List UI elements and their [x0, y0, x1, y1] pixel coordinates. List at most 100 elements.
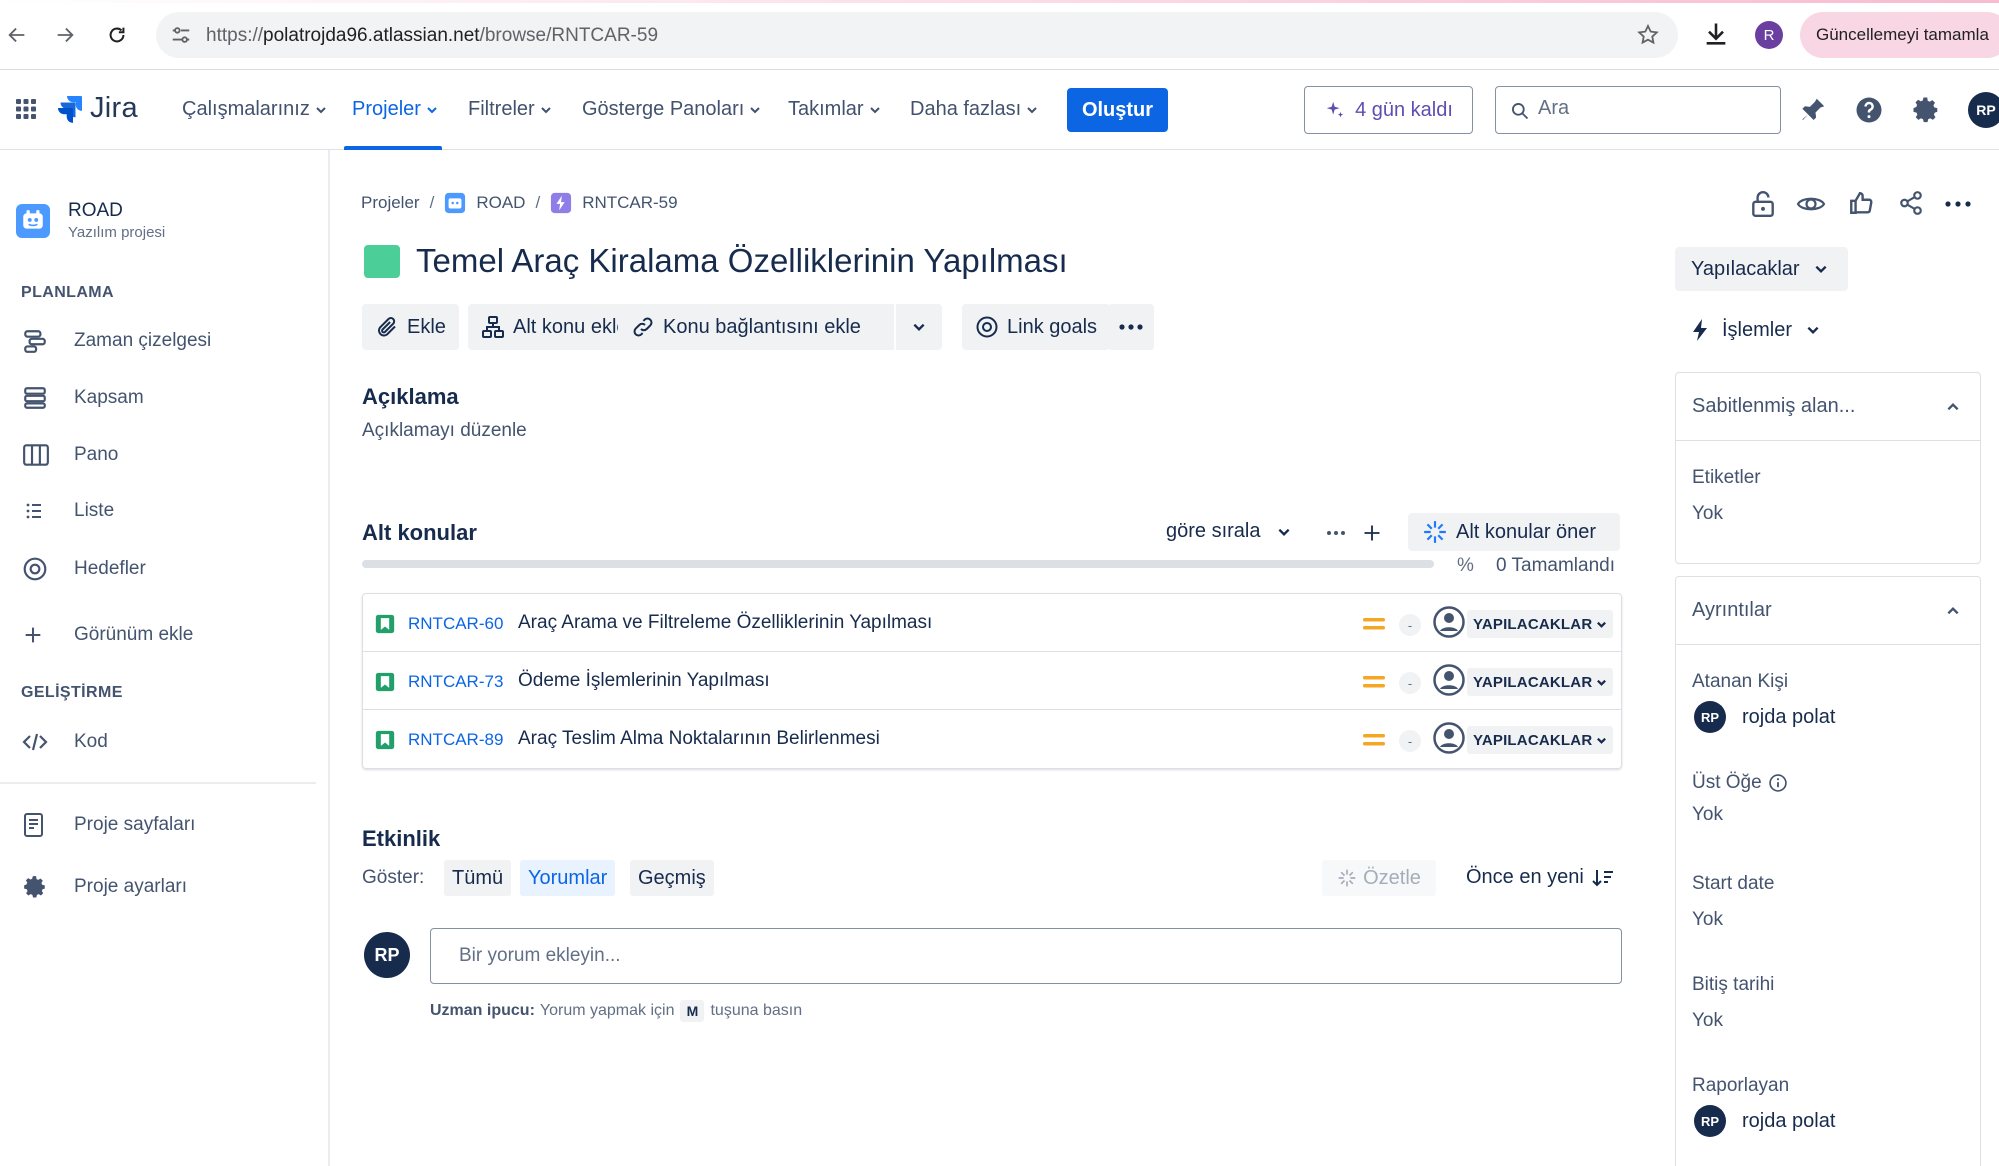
bookmark-star-icon[interactable]	[1636, 23, 1660, 47]
labels-field-value[interactable]: Yok	[1692, 503, 1723, 525]
sidebar-item-timeline[interactable]: Zaman çizelgesi	[22, 328, 211, 354]
unassigned-avatar-icon[interactable]	[1433, 606, 1465, 638]
nav-dashboards[interactable]: Gösterge Panoları	[582, 98, 761, 121]
reporter-field-value[interactable]: RP rojda polat	[1694, 1105, 1835, 1137]
subtask-status-dropdown[interactable]: YAPILACAKLAR	[1467, 668, 1614, 696]
subtask-key[interactable]: RNTCAR-60	[408, 614, 503, 634]
assignee-field-value[interactable]: RP rojda polat	[1694, 701, 1835, 733]
add-subtask-plus-icon[interactable]	[1362, 523, 1382, 543]
breadcrumb-road[interactable]: ROAD	[476, 193, 525, 213]
more-actions-button[interactable]	[1108, 304, 1154, 350]
unassigned-avatar-icon[interactable]	[1433, 722, 1465, 754]
user-avatar[interactable]: RP	[1968, 92, 1999, 128]
project-header[interactable]: ROAD Yazılım projesi	[16, 200, 165, 241]
download-icon[interactable]	[1702, 20, 1730, 48]
nav-your-work[interactable]: Çalışmalarınız	[182, 98, 327, 121]
subtasks-more-icon[interactable]	[1326, 530, 1346, 536]
activity-filter-all[interactable]: Tümü	[444, 860, 512, 896]
thumbs-up-icon[interactable]	[1848, 190, 1874, 216]
trial-button[interactable]: 4 gün kaldı	[1304, 86, 1473, 134]
table-row[interactable]: RNTCAR-60 Araç Arama ve Filtreleme Özell…	[363, 594, 1621, 652]
start-date-field-label: Start date	[1692, 873, 1775, 894]
nav-projects[interactable]: Projeler	[352, 98, 438, 121]
back-icon[interactable]	[0, 18, 34, 52]
sidebar-item-board[interactable]: Pano	[22, 442, 118, 468]
create-button[interactable]: Oluştur	[1067, 88, 1168, 132]
summarize-button[interactable]: Özetle	[1322, 860, 1436, 896]
table-row[interactable]: RNTCAR-73 Ödeme İşlemlerinin Yapılması -…	[363, 652, 1621, 710]
forward-icon[interactable]	[48, 18, 82, 52]
unassigned-avatar-icon[interactable]	[1433, 664, 1465, 696]
subtask-key[interactable]: RNTCAR-89	[408, 730, 503, 750]
details-header[interactable]: Ayrıntılar	[1676, 577, 1980, 645]
description-editor[interactable]: Açıklamayı düzenle	[362, 412, 1642, 452]
watch-eye-icon[interactable]	[1796, 192, 1826, 216]
subtask-status-dropdown[interactable]: YAPILACAKLAR	[1467, 610, 1614, 638]
subtask-summary[interactable]: Araç Arama ve Filtreleme Özelliklerinin …	[518, 612, 932, 634]
nav-filters[interactable]: Filtreler	[468, 98, 552, 121]
parent-field-value[interactable]: Yok	[1692, 804, 1723, 826]
jira-logo[interactable]: Jira	[56, 92, 138, 125]
sidebar-item-list[interactable]: Liste	[22, 499, 114, 523]
chevron-down-icon	[913, 323, 925, 331]
app-switcher-icon[interactable]	[14, 97, 38, 121]
plus-icon	[22, 624, 56, 646]
sidebar-item-code[interactable]: Kod	[22, 730, 108, 754]
issue-title[interactable]: Temel Araç Kiralama Özelliklerinin Yapıl…	[416, 242, 1068, 280]
reload-icon[interactable]	[100, 18, 134, 52]
due-date-field-value[interactable]: Yok	[1692, 1010, 1723, 1032]
address-bar[interactable]: https://polatrojda96.atlassian.net/brows…	[156, 12, 1678, 58]
breadcrumb-issue-key[interactable]: RNTCAR-59	[582, 193, 677, 213]
sidebar-item-goals[interactable]: Hedefler	[22, 556, 146, 582]
activity-filter-comments[interactable]: Yorumlar	[520, 860, 616, 896]
issue-status-label: Yapılacaklar	[1691, 257, 1800, 280]
update-progress-line	[0, 0, 1999, 3]
issue-color-swatch[interactable]	[364, 244, 400, 278]
link-issue-button[interactable]: Konu bağlantısını ekle	[618, 304, 894, 350]
breadcrumb-projects[interactable]: Projeler	[361, 193, 420, 213]
lock-icon[interactable]	[1750, 190, 1776, 218]
info-icon	[1768, 774, 1787, 792]
share-icon[interactable]	[1898, 190, 1924, 216]
subtask-summary[interactable]: Ödeme İşlemlerinin Yapılması	[518, 670, 770, 692]
attach-button[interactable]: Ekle	[362, 304, 459, 350]
subtasks-sort-dropdown[interactable]: göre sırala	[1166, 520, 1291, 543]
nav-teams[interactable]: Takımlar	[788, 98, 881, 121]
add-view-button[interactable]: Görünüm ekle	[22, 624, 193, 646]
add-child-issue-button[interactable]: Alt konu ekle	[468, 304, 641, 350]
actions-label: İşlemler	[1722, 318, 1793, 341]
sidebar-item-backlog[interactable]: Kapsam	[22, 385, 144, 411]
nav-more[interactable]: Daha fazlası	[910, 98, 1038, 121]
epic-lightning-icon	[550, 192, 572, 214]
activity-sort-button[interactable]: Önce en yeni	[1466, 866, 1614, 889]
shortcut-key: M	[680, 1000, 705, 1022]
settings-gear-icon[interactable]	[1911, 95, 1941, 125]
notifications-icon[interactable]	[1798, 95, 1828, 125]
update-browser-button[interactable]: Güncellemeyi tamamla	[1800, 12, 1999, 58]
subtask-key[interactable]: RNTCAR-73	[408, 672, 503, 692]
search-field[interactable]	[1495, 86, 1781, 134]
start-date-field-value[interactable]: Yok	[1692, 909, 1723, 931]
pinned-fields-header[interactable]: Sabitlenmiş alan...	[1676, 373, 1980, 441]
sidebar-item-project-pages[interactable]: Proje sayfaları	[22, 812, 195, 838]
comment-input[interactable]	[430, 928, 1622, 984]
chevron-down-icon	[1027, 106, 1037, 113]
issue-status-dropdown[interactable]: Yapılacaklar	[1675, 247, 1848, 291]
chevron-down-icon	[427, 106, 437, 113]
link-dropdown-button[interactable]	[896, 304, 942, 350]
browser-profile-avatar[interactable]: R	[1755, 21, 1783, 49]
nav-teams-label: Takımlar	[788, 98, 864, 120]
sidebar-item-project-settings[interactable]: Proje ayarları	[22, 874, 187, 900]
actions-dropdown[interactable]: İşlemler	[1690, 318, 1820, 342]
more-dots-icon[interactable]	[1944, 200, 1972, 208]
suggest-subtasks-button[interactable]: Alt konular öner	[1408, 513, 1620, 551]
subtask-status-dropdown[interactable]: YAPILACAKLAR	[1467, 726, 1614, 754]
activity-filter-history[interactable]: Geçmiş	[630, 860, 714, 896]
site-settings-icon[interactable]	[170, 24, 192, 46]
search-input[interactable]	[1538, 97, 1758, 120]
commenter-avatar: RP	[364, 932, 410, 978]
subtask-summary[interactable]: Araç Teslim Alma Noktalarının Belirlenme…	[518, 728, 880, 750]
link-goals-button[interactable]: Link goals	[962, 304, 1111, 350]
help-icon[interactable]	[1854, 95, 1884, 125]
table-row[interactable]: RNTCAR-89 Araç Teslim Alma Noktalarının …	[363, 710, 1621, 768]
